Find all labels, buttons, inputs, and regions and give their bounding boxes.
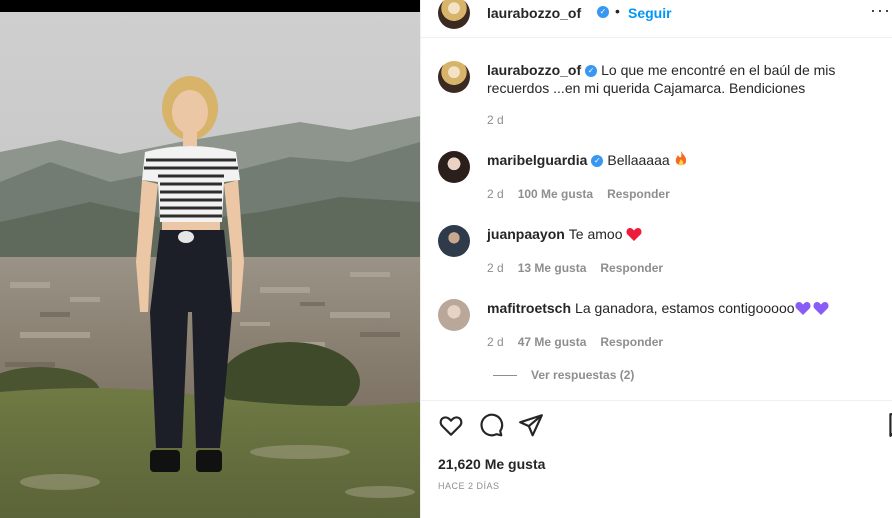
comment-avatar[interactable] <box>438 151 470 183</box>
comment-meta: 2 d 47 Me gusta Responder <box>487 335 663 349</box>
view-replies-line <box>493 374 517 376</box>
verified-badge-icon: ✓ <box>597 6 609 18</box>
photo-image <box>0 12 420 518</box>
caption-username[interactable]: laurabozzo_of <box>487 62 581 78</box>
reply-button[interactable]: Responder <box>600 335 663 349</box>
comment-body: juanpaayon Te amoo <box>487 225 877 245</box>
comment-time[interactable]: 2 d <box>487 335 504 349</box>
divider <box>421 400 892 401</box>
view-replies-label: Ver respuestas (2) <box>531 368 635 382</box>
bookmark-icon[interactable] <box>885 412 892 438</box>
comment-body: mafitroetsch La ganadora, estamos contigo… <box>487 299 877 319</box>
comment-avatar[interactable] <box>438 299 470 331</box>
post-header: laurabozzo_of ✓ • Seguir ··· <box>421 0 892 30</box>
post-photo[interactable] <box>0 0 420 518</box>
divider <box>421 37 892 38</box>
caption-avatar[interactable] <box>438 61 470 93</box>
reply-button[interactable]: Responder <box>607 187 670 201</box>
comment-item: mafitroetsch La ganadora, estamos contigo… <box>438 299 878 349</box>
view-replies-button[interactable]: Ver respuestas (2) <box>493 368 634 382</box>
comment-time[interactable]: 2 d <box>487 261 504 275</box>
verified-badge-icon: ✓ <box>591 155 604 168</box>
comment-likes[interactable]: 13 Me gusta <box>518 261 587 275</box>
comment-item: maribelguardia ✓ Bellaaaaa 2 d 100 Me gust… <box>438 151 878 201</box>
comment-body: maribelguardia ✓ Bellaaaaa <box>487 151 877 171</box>
author-username[interactable]: laurabozzo_of <box>487 5 581 21</box>
post-side-panel: laurabozzo_of ✓ • Seguir ··· laurabozzo_… <box>420 0 892 518</box>
comment-item: juanpaayon Te amoo 2 d 13 Me gusta Respon… <box>438 225 878 275</box>
separator-dot: • <box>615 3 620 19</box>
comment-likes[interactable]: 47 Me gusta <box>518 335 587 349</box>
speech-bubble-icon[interactable] <box>478 412 504 438</box>
fire-emoji-icon <box>674 151 688 171</box>
comment-username[interactable]: juanpaayon <box>487 226 565 242</box>
red-heart-emoji-icon <box>626 227 642 245</box>
comment-meta: 2 d 13 Me gusta Responder <box>487 261 663 275</box>
caption: laurabozzo_of ✓ Lo que me encontré en el b… <box>438 61 878 131</box>
paper-plane-icon[interactable] <box>518 412 544 438</box>
post-time[interactable]: HACE 2 DÍAS <box>438 481 500 491</box>
caption-body: laurabozzo_of ✓ Lo que me encontré en el b… <box>487 61 877 97</box>
purple-heart-emoji-icon <box>795 301 811 319</box>
verified-badge-icon: ✓ <box>585 65 598 78</box>
caption-time[interactable]: 2 d <box>487 113 504 127</box>
follow-button[interactable]: Seguir <box>628 5 672 21</box>
purple-heart-emoji-icon <box>813 301 829 319</box>
reply-button[interactable]: Responder <box>600 261 663 275</box>
author-avatar[interactable] <box>438 0 470 29</box>
comment-time[interactable]: 2 d <box>487 187 504 201</box>
comment-avatar[interactable] <box>438 225 470 257</box>
comment-username[interactable]: mafitroetsch <box>487 300 571 316</box>
comment-username[interactable]: maribelguardia <box>487 152 587 168</box>
more-options-icon[interactable]: ··· <box>870 0 891 21</box>
comment-likes[interactable]: 100 Me gusta <box>518 187 593 201</box>
likes-count[interactable]: 21,620 Me gusta <box>438 456 545 472</box>
comment-meta: 2 d 100 Me gusta Responder <box>487 187 670 201</box>
comment-text: Te amoo <box>568 226 623 242</box>
caption-meta: 2 d <box>487 113 504 127</box>
action-bar <box>438 412 892 440</box>
photo-top-border <box>0 0 420 12</box>
comment-text: Bellaaaaa <box>607 152 670 168</box>
heart-outline-icon[interactable] <box>438 412 464 438</box>
comment-text: La ganadora, estamos contigooooo <box>575 300 795 316</box>
